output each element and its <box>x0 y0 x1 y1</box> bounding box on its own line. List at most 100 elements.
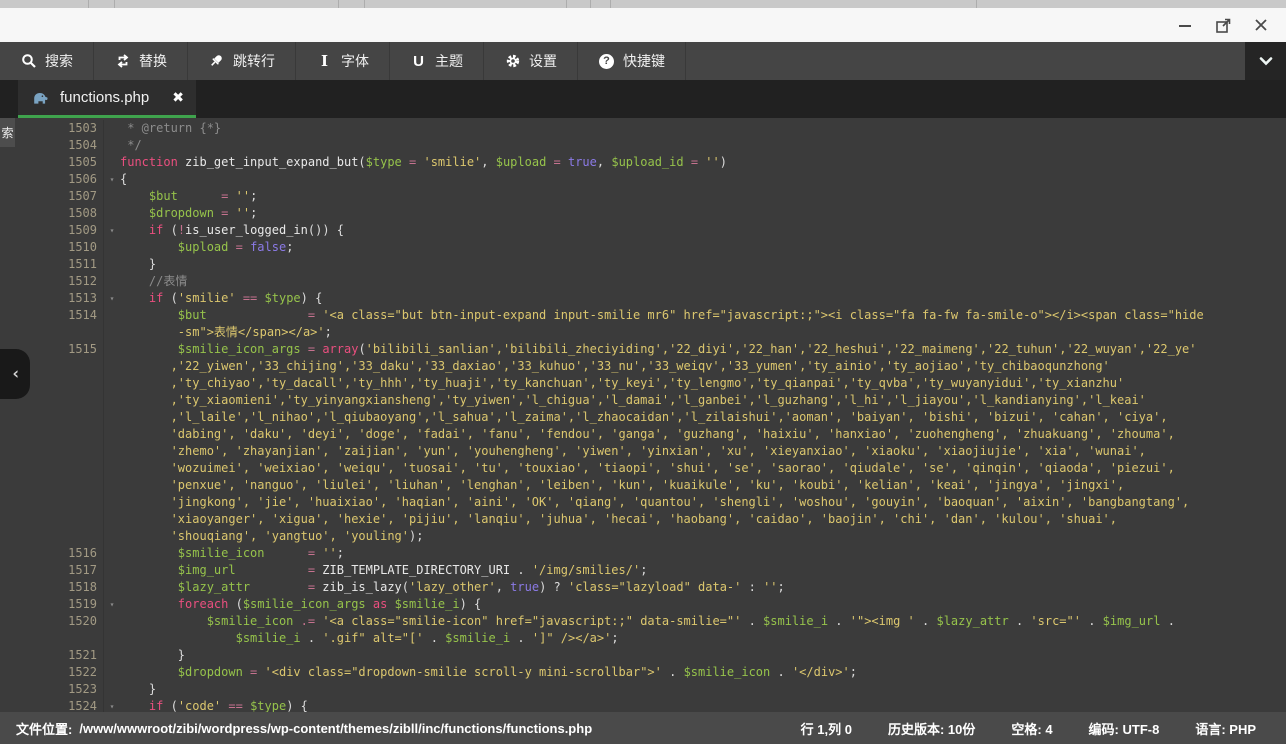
code-line[interactable]: if ('code' == $type) { <box>120 698 308 712</box>
code-editor[interactable]: 索 ‹ 1503 * @return {*}1504 */1505functio… <box>0 118 1286 712</box>
code-line[interactable]: 'shouqiang', 'yangtuo', 'youling'); <box>120 528 423 545</box>
code-row[interactable]: 'xiaoyanger', 'xigua', 'hexie', 'pijiu',… <box>0 511 1286 528</box>
code-row[interactable]: 1513▾ if ('smilie' == $type) { <box>0 290 1286 307</box>
line-number[interactable]: 1512 <box>0 273 104 290</box>
code-row[interactable]: 1517 $img_url = ZIB_TEMPLATE_DIRECTORY_U… <box>0 562 1286 579</box>
code-line[interactable]: * @return {*} <box>120 120 221 137</box>
code-row[interactable]: ,'ty_chiyao','ty_dacall','ty_hhh','ty_hu… <box>0 375 1286 392</box>
fold-marker-icon[interactable]: ▾ <box>104 290 120 307</box>
fold-marker-icon[interactable]: ▾ <box>104 171 120 188</box>
sidebar-collapse-handle[interactable]: ‹ <box>0 349 30 399</box>
line-number[interactable] <box>0 443 104 460</box>
line-number[interactable] <box>0 477 104 494</box>
code-row[interactable]: 1520 $smilie_icon .= '<a class="smilie-i… <box>0 613 1286 630</box>
tab-functions-php[interactable]: functions.php ✖ <box>18 80 196 118</box>
code-line[interactable]: ,'l_laile','l_nihao','l_qiubaoyang','l_s… <box>120 409 1168 426</box>
line-number[interactable]: 1510 <box>0 239 104 256</box>
code-row[interactable]: ,'ty_xiaomieni','ty_yinyangxiansheng','t… <box>0 392 1286 409</box>
close-window-button[interactable] <box>1250 14 1272 36</box>
code-line[interactable]: 'xiaoyanger', 'xigua', 'hexie', 'pijiu',… <box>120 511 1117 528</box>
search-button[interactable]: 搜索 <box>0 42 94 80</box>
code-line[interactable]: foreach ($smilie_icon_args as $smilie_i)… <box>120 596 481 613</box>
code-line[interactable]: $upload = false; <box>120 239 293 256</box>
line-number[interactable]: 1504 <box>0 137 104 154</box>
code-row[interactable]: 'zhemo', 'zhayanjian', 'zaijian', 'yun',… <box>0 443 1286 460</box>
line-number[interactable] <box>0 426 104 443</box>
restore-button[interactable] <box>1212 14 1234 36</box>
line-number[interactable]: 1511 <box>0 256 104 273</box>
line-number[interactable]: 1507 <box>0 188 104 205</box>
code-row[interactable]: 1514 $but = '<a class="but btn-input-exp… <box>0 307 1286 324</box>
code-row[interactable]: 1523 } <box>0 681 1286 698</box>
code-row[interactable]: 1503 * @return {*} <box>0 120 1286 137</box>
code-row[interactable]: ,'l_laile','l_nihao','l_qiubaoyang','l_s… <box>0 409 1286 426</box>
code-row[interactable]: 1508 $dropdown = ''; <box>0 205 1286 222</box>
history-versions[interactable]: 历史版本: 10份 <box>888 719 975 738</box>
line-number[interactable]: 1508 <box>0 205 104 222</box>
code-row[interactable]: 1507 $but = ''; <box>0 188 1286 205</box>
code-row[interactable]: 1510 $upload = false; <box>0 239 1286 256</box>
code-row[interactable]: -sm">表情</span></a>'; <box>0 324 1286 341</box>
code-row[interactable]: 1504 */ <box>0 137 1286 154</box>
line-number[interactable] <box>0 494 104 511</box>
line-number[interactable]: 1520 <box>0 613 104 630</box>
code-row[interactable]: 1509▾ if (!is_user_logged_in()) { <box>0 222 1286 239</box>
line-number[interactable]: 1516 <box>0 545 104 562</box>
code-line[interactable]: $dropdown = '<div class="dropdown-smilie… <box>120 664 857 681</box>
code-row[interactable]: $smilie_i . '.gif" alt="[' . $smilie_i .… <box>0 630 1286 647</box>
code-line[interactable]: { <box>120 171 127 188</box>
encoding-setting[interactable]: 编码: UTF-8 <box>1089 719 1160 738</box>
line-number[interactable]: 1505 <box>0 154 104 171</box>
line-number[interactable]: 1521 <box>0 647 104 664</box>
code-row[interactable]: 1512 //表情 <box>0 273 1286 290</box>
font-button[interactable]: I 字体 <box>296 42 390 80</box>
code-row[interactable]: 1506▾{ <box>0 171 1286 188</box>
search-panel-side-tab[interactable]: 索 <box>0 118 15 147</box>
shortcuts-button[interactable]: ? 快捷键 <box>578 42 686 80</box>
line-number[interactable]: 1503 <box>0 120 104 137</box>
code-line[interactable]: $smilie_i . '.gif" alt="[' . $smilie_i .… <box>120 630 619 647</box>
code-row[interactable]: 'dabing', 'daku', 'deyi', 'doge', 'fadai… <box>0 426 1286 443</box>
code-row[interactable]: 'shouqiang', 'yangtuo', 'youling'); <box>0 528 1286 545</box>
replace-button[interactable]: 替换 <box>94 42 188 80</box>
theme-button[interactable]: U 主题 <box>390 42 484 80</box>
language-setting[interactable]: 语言: PHP <box>1195 719 1256 738</box>
line-number[interactable] <box>0 409 104 426</box>
fold-marker-icon[interactable]: ▾ <box>104 222 120 239</box>
code-row[interactable]: 1518 $lazy_attr = zib_is_lazy('lazy_othe… <box>0 579 1286 596</box>
line-number[interactable]: 1513 <box>0 290 104 307</box>
code-line[interactable]: ,'ty_chiyao','ty_dacall','ty_hhh','ty_hu… <box>120 375 1124 392</box>
code-row[interactable]: 'wozuimei', 'weixiao', 'weiqu', 'tuosai'… <box>0 460 1286 477</box>
code-row[interactable]: 1511 } <box>0 256 1286 273</box>
code-row[interactable]: 'jingkong', 'jie', 'huaixiao', 'haqian',… <box>0 494 1286 511</box>
code-line[interactable]: 'penxue', 'nanguo', 'liulei', 'liuhan', … <box>120 477 1124 494</box>
line-number[interactable]: 1514 <box>0 307 104 324</box>
code-row[interactable]: 1521 } <box>0 647 1286 664</box>
code-line[interactable]: } <box>120 681 156 698</box>
collapse-toolbar-button[interactable] <box>1245 42 1286 80</box>
code-line[interactable]: $smilie_icon .= '<a class="smilie-icon" … <box>120 613 1175 630</box>
line-number[interactable] <box>0 528 104 545</box>
code-line[interactable]: ,'22_yiwen','33_chijing','33_daku','33_d… <box>120 358 1110 375</box>
code-line[interactable]: $lazy_attr = zib_is_lazy('lazy_other', t… <box>120 579 785 596</box>
line-number[interactable] <box>0 324 104 341</box>
line-number[interactable] <box>0 511 104 528</box>
fold-marker-icon[interactable]: ▾ <box>104 698 120 712</box>
code-line[interactable]: $but = '<a class="but btn-input-expand i… <box>120 307 1204 324</box>
line-number[interactable]: 1506 <box>0 171 104 188</box>
code-line[interactable]: 'zhemo', 'zhayanjian', 'zaijian', 'yun',… <box>120 443 1146 460</box>
code-line[interactable]: ,'ty_xiaomieni','ty_yinyangxiansheng','t… <box>120 392 1146 409</box>
code-line[interactable]: $smilie_icon = ''; <box>120 545 344 562</box>
spaces-setting[interactable]: 空格: 4 <box>1011 719 1052 738</box>
code-line[interactable]: 'jingkong', 'jie', 'huaixiao', 'haqian',… <box>120 494 1189 511</box>
line-number[interactable]: 1517 <box>0 562 104 579</box>
code-line[interactable]: $img_url = ZIB_TEMPLATE_DIRECTORY_URI . … <box>120 562 647 579</box>
fold-marker-icon[interactable]: ▾ <box>104 596 120 613</box>
code-line[interactable]: if (!is_user_logged_in()) { <box>120 222 344 239</box>
line-number[interactable]: 1523 <box>0 681 104 698</box>
code-row[interactable]: 1524▾ if ('code' == $type) { <box>0 698 1286 712</box>
line-number[interactable]: 1524 <box>0 698 104 712</box>
line-number[interactable]: 1522 <box>0 664 104 681</box>
code-row[interactable]: 1519▾ foreach ($smilie_icon_args as $smi… <box>0 596 1286 613</box>
code-line[interactable]: //表情 <box>120 273 187 290</box>
